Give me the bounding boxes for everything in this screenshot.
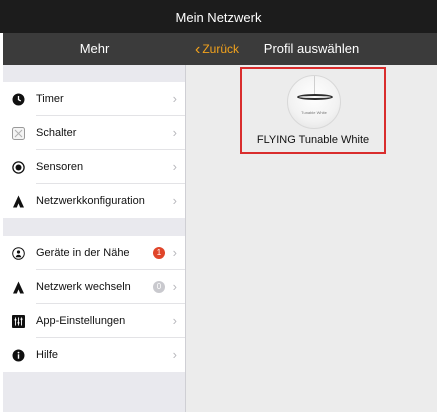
sidebar-title: Mehr (79, 41, 110, 56)
settings-icon (11, 314, 25, 328)
sidebar-item-geraete-in-der-naehe[interactable]: Geräte in der Nähe 1 › (3, 236, 185, 270)
sidebar-item-label: Sensoren (36, 161, 84, 173)
chevron-right-icon: › (172, 279, 177, 294)
sidebar-item-label: Hilfe (36, 349, 59, 361)
sidebar-item-schalter[interactable]: Schalter › (3, 116, 185, 150)
count-badge: 0 (153, 281, 165, 293)
chevron-right-icon: › (172, 245, 177, 260)
sidebar-item-netzwerkkonfiguration[interactable]: Netzwerkkonfiguration › (3, 184, 185, 218)
sidebar-group-general: Geräte in der Nähe 1 › Netzwerk wechseln… (3, 236, 185, 372)
pendant-ring (297, 94, 333, 100)
profile-label: FLYING Tunable White (256, 134, 370, 146)
info-icon (11, 348, 25, 362)
sidebar-item-label: App-Einstellungen (36, 315, 126, 327)
back-label: Zurück (202, 42, 240, 56)
profile-card-flying-tunable-white[interactable]: Tunable White FLYING Tunable White (240, 67, 386, 154)
chevron-right-icon: › (172, 347, 177, 362)
switch-icon (11, 126, 25, 140)
network-icon (11, 194, 25, 208)
chevron-left-icon: ‹ (195, 41, 201, 58)
network-switch-icon (11, 280, 25, 294)
sidebar: Timer › Schalter › Sensoren › Netzwerkko… (3, 65, 186, 412)
sidebar-item-hilfe[interactable]: Hilfe › (3, 338, 185, 372)
sidebar-item-timer[interactable]: Timer › (3, 82, 185, 116)
sidebar-item-label: Netzwerkkonfiguration (36, 195, 145, 207)
thumbnail-caption: Tunable White (301, 110, 327, 115)
luminaire-thumbnail: Tunable White (287, 75, 341, 129)
clock-icon (11, 92, 25, 106)
sidebar-header: Mehr (3, 33, 186, 65)
chevron-right-icon: › (172, 91, 177, 106)
nearby-icon (11, 246, 25, 260)
app-title-bar: Mein Netzwerk (0, 0, 437, 33)
chevron-right-icon: › (172, 193, 177, 208)
sidebar-group-tools: Timer › Schalter › Sensoren › Netzwerkko… (3, 82, 185, 218)
app-title: Mein Netzwerk (175, 10, 262, 25)
notification-badge: 1 (153, 247, 165, 259)
back-button[interactable]: ‹ Zurück (195, 33, 239, 66)
sidebar-item-app-einstellungen[interactable]: App-Einstellungen › (3, 304, 185, 338)
pendant-wire (314, 76, 315, 95)
sidebar-item-sensoren[interactable]: Sensoren › (3, 150, 185, 184)
sensor-icon (11, 160, 25, 174)
chevron-right-icon: › (172, 125, 177, 140)
sidebar-item-label: Schalter (36, 127, 77, 139)
profile-selection-area: Tunable White FLYING Tunable White (186, 65, 437, 412)
sidebar-item-label: Timer (36, 93, 64, 105)
sidebar-item-netzwerk-wechseln[interactable]: Netzwerk wechseln 0 › (3, 270, 185, 304)
chevron-right-icon: › (172, 313, 177, 328)
chevron-right-icon: › (172, 159, 177, 174)
content-header: Profil auswählen ‹ Zurück (186, 33, 437, 65)
